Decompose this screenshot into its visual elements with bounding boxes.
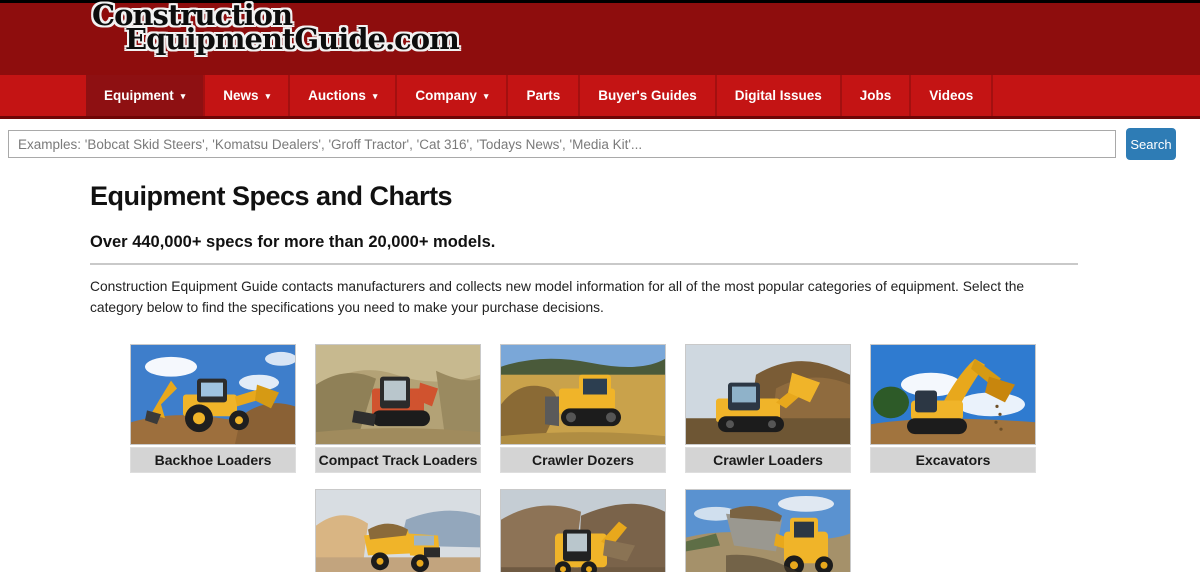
category-card-skid-steer-loader[interactable] — [500, 489, 666, 572]
category-card-compact-track-loaders[interactable]: Compact Track Loaders — [315, 344, 481, 473]
category-card-articulated-dump-truck[interactable] — [315, 489, 481, 572]
site-logo[interactable]: Construction EquipmentGuide.com — [0, 3, 1200, 51]
excavators-photo — [870, 344, 1036, 445]
category-grid: Backhoe Loaders — [130, 344, 1036, 572]
backhoe-loaders-photo — [130, 344, 296, 445]
wheel-loader-photo — [685, 489, 851, 572]
nav-item-jobs[interactable]: Jobs — [842, 75, 912, 116]
category-card-excavators[interactable]: Excavators — [870, 344, 1036, 473]
search-input[interactable] — [8, 130, 1116, 158]
crawler-loaders-photo — [685, 344, 851, 445]
crawler-dozers-photo — [500, 344, 666, 445]
page-description: Construction Equipment Guide contacts ma… — [90, 276, 1062, 318]
nav-item-digital-issues[interactable]: Digital Issues — [717, 75, 842, 116]
logo-text-line2: EquipmentGuide.com — [125, 28, 1200, 51]
category-card-backhoe-loaders[interactable]: Backhoe Loaders — [130, 344, 296, 473]
nav-item-label: Jobs — [860, 88, 892, 103]
category-row-2 — [315, 489, 1036, 572]
nav-item-label: Videos — [929, 88, 973, 103]
category-card-wheel-loader[interactable] — [685, 489, 851, 572]
articulated-dump-truck-photo — [315, 489, 481, 572]
page-title: Equipment Specs and Charts — [90, 181, 1200, 212]
nav-item-label: Company — [415, 88, 477, 103]
search-bar: Search — [0, 119, 1200, 169]
nav-item-label: News — [223, 88, 258, 103]
page-subtitle: Over 440,000+ specs for more than 20,000… — [90, 233, 1200, 252]
nav-item-news[interactable]: News ▾ — [205, 75, 290, 116]
nav-item-label: Buyer's Guides — [598, 88, 697, 103]
divider — [90, 263, 1078, 265]
search-button[interactable]: Search — [1126, 128, 1176, 160]
chevron-down-icon: ▾ — [373, 91, 378, 102]
category-label: Excavators — [870, 447, 1036, 473]
nav-item-parts[interactable]: Parts — [508, 75, 580, 116]
nav-item-label: Auctions — [308, 88, 366, 103]
category-card-crawler-dozers[interactable]: Crawler Dozers — [500, 344, 666, 473]
nav-item-videos[interactable]: Videos — [911, 75, 993, 116]
category-label: Crawler Dozers — [500, 447, 666, 473]
chevron-down-icon: ▾ — [266, 91, 271, 102]
chevron-down-icon: ▾ — [181, 91, 186, 102]
category-card-crawler-loaders[interactable]: Crawler Loaders — [685, 344, 851, 473]
masthead: Construction EquipmentGuide.com — [0, 0, 1200, 75]
nav-item-label: Parts — [526, 88, 560, 103]
main-content: Equipment Specs and Charts Over 440,000+… — [0, 169, 1200, 572]
category-label: Compact Track Loaders — [315, 447, 481, 473]
category-row-1: Backhoe Loaders — [130, 344, 1036, 473]
nav-item-auctions[interactable]: Auctions ▾ — [290, 75, 397, 116]
compact-track-loaders-photo — [315, 344, 481, 445]
chevron-down-icon: ▾ — [484, 91, 489, 102]
nav-item-label: Digital Issues — [735, 88, 822, 103]
main-nav: Equipment ▾ News ▾ Auctions ▾ Company ▾ … — [0, 75, 1200, 119]
category-label: Crawler Loaders — [685, 447, 851, 473]
nav-item-equipment[interactable]: Equipment ▾ — [86, 75, 205, 116]
category-label: Backhoe Loaders — [130, 447, 296, 473]
nav-item-label: Equipment — [104, 88, 174, 103]
nav-item-company[interactable]: Company ▾ — [397, 75, 508, 116]
nav-item-buyers-guides[interactable]: Buyer's Guides — [580, 75, 717, 116]
skid-steer-loader-photo — [500, 489, 666, 572]
